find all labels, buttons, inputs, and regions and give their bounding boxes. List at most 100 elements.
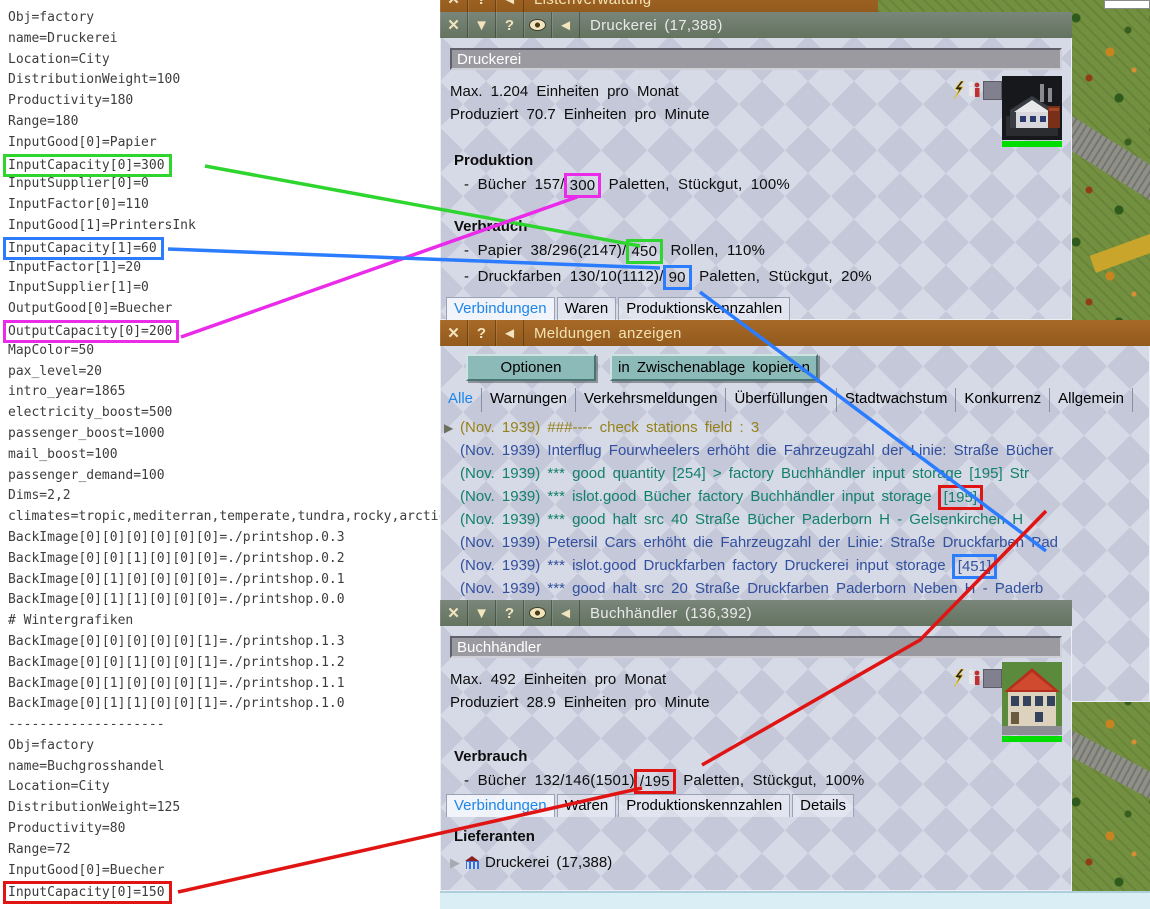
max-production-line: Max. 1.204 Einheiten pro Monat <box>450 83 679 100</box>
config-line: InputCapacity[0]=300 <box>8 154 440 175</box>
factory-tab[interactable]: Verbindungen <box>446 297 555 320</box>
close-icon[interactable]: ✕ <box>440 600 468 626</box>
current-production-line: Produziert 28.9 Einheiten pro Minute <box>450 694 709 711</box>
ticker-bar <box>440 891 1150 909</box>
message-row[interactable]: (Nov. 1939) Petersil Cars erhöht die Fah… <box>444 531 1150 554</box>
supplier-row[interactable]: ▶ Druckerei (17,388) <box>450 854 612 871</box>
message-row[interactable]: (Nov. 1939) *** good halt src 20 Straße … <box>444 577 1150 600</box>
factory-name-input[interactable]: Druckerei <box>450 48 1062 70</box>
window-druckerei: ✕ ▼ ? ◄ Druckerei (17,388) Druckerei Max… <box>440 12 1072 320</box>
meldungen-titlebar[interactable]: ✕ ? ◄ Meldungen anzeigen <box>440 320 1150 346</box>
production-heading: Produktion <box>454 152 533 169</box>
shade-icon[interactable]: ▼ <box>468 600 496 626</box>
factory-tab[interactable]: Verbindungen <box>446 794 555 817</box>
config-line: pax_level=20 <box>8 362 440 383</box>
config-line: Range=72 <box>8 840 440 861</box>
status-square-icon <box>983 669 1002 688</box>
max-production-line: Max. 492 Einheiten pro Monat <box>450 671 666 688</box>
eye-icon[interactable] <box>524 12 552 38</box>
annotation-box: [451] <box>952 554 997 579</box>
message-filter-tab[interactable]: Konkurrenz <box>956 388 1050 412</box>
eye-icon[interactable] <box>524 600 552 626</box>
factory-tab[interactable]: Waren <box>557 297 617 320</box>
help-icon[interactable]: ? <box>496 12 524 38</box>
config-line: BackImage[0][1][0][0][0][1]=./printshop.… <box>8 674 440 695</box>
current-production-line: Produziert 70.7 Einheiten pro Minute <box>450 106 709 123</box>
message-filter-tab[interactable]: Verkehrsmeldungen <box>576 388 726 412</box>
message-filter-tabs: Alle Warnungen Verkehrsmeldungen Überfül… <box>440 388 1150 412</box>
passengers-icon <box>967 81 981 99</box>
help-icon[interactable]: ? <box>496 600 524 626</box>
sticky-icon[interactable]: ◄ <box>496 0 524 12</box>
message-row[interactable]: ▶(Nov. 1939) ###---- check stations fiel… <box>444 416 1150 439</box>
config-line: InputGood[1]=PrintersInk <box>8 216 440 237</box>
config-line: # Wintergrafiken <box>8 611 440 632</box>
message-filter-tab[interactable]: Allgemein <box>1050 388 1133 412</box>
sticky-icon[interactable]: ◄ <box>552 12 580 38</box>
config-line: passenger_demand=100 <box>8 466 440 487</box>
config-line: BackImage[0][0][1][0][0][0]=./printshop.… <box>8 549 440 570</box>
window-title: Meldungen anzeigen <box>534 325 682 342</box>
config-line: InputGood[0]=Buecher <box>8 861 440 882</box>
factory-indicators <box>953 81 1002 100</box>
close-icon[interactable]: ✕ <box>440 320 468 346</box>
help-icon[interactable]: ? <box>468 320 496 346</box>
config-highlight-box: InputCapacity[0]=300 <box>3 154 172 177</box>
factory-tab[interactable]: Produktionskennzahlen <box>618 297 790 320</box>
config-line: intro_year=1865 <box>8 382 440 403</box>
message-row[interactable]: (Nov. 1939) *** islot.good Bücher factor… <box>444 485 1150 508</box>
config-line: Obj=factory <box>8 8 440 29</box>
factory-tab[interactable]: Details <box>792 794 854 817</box>
message-filter-tab[interactable]: Überfüllungen <box>726 388 836 412</box>
sticky-icon[interactable]: ◄ <box>552 600 580 626</box>
factory-tab[interactable]: Waren <box>557 794 617 817</box>
tooltip-box <box>1104 0 1150 9</box>
factory-tab[interactable]: Produktionskennzahlen <box>618 794 790 817</box>
config-line: InputCapacity[0]=150 <box>8 881 440 902</box>
factory-name-input[interactable]: Buchhändler <box>450 636 1062 658</box>
message-filter-tab[interactable]: Warnungen <box>482 388 576 412</box>
buchhaendler-titlebar[interactable]: ✕ ▼ ? ◄ Buchhändler (136,392) <box>440 600 1072 626</box>
passengers-icon <box>967 669 981 687</box>
close-icon[interactable]: ✕ <box>440 0 468 12</box>
lightning-icon <box>953 81 965 99</box>
message-row[interactable]: (Nov. 1939) *** good halt src 40 Straße … <box>444 508 1150 531</box>
listenverwaltung-titlebar[interactable]: ✕ ? ◄ Listenverwaltung <box>440 0 878 12</box>
message-row[interactable]: (Nov. 1939) Interflug Fourwheelers erhöh… <box>444 439 1150 462</box>
config-line: passenger_boost=1000 <box>8 424 440 445</box>
druckerei-building-image <box>1002 76 1062 140</box>
map-road <box>1062 731 1150 813</box>
message-row[interactable]: (Nov. 1939) *** islot.good Druckfarben f… <box>444 554 1150 577</box>
config-file-panel[interactable]: Obj=factory name=Druckerei Location=City… <box>0 0 440 909</box>
config-line: BackImage[0][0][0][0][0][0]=./printshop.… <box>8 528 440 549</box>
config-line: MapColor=50 <box>8 341 440 362</box>
copy-to-clipboard-button[interactable]: in Zwischenablage kopieren <box>610 354 818 381</box>
factory-indicators <box>953 669 1002 688</box>
sticky-icon[interactable]: ◄ <box>496 320 524 346</box>
message-filter-tab[interactable]: Alle <box>440 388 482 412</box>
config-line: InputFactor[1]=20 <box>8 258 440 279</box>
help-icon[interactable]: ? <box>468 0 496 12</box>
config-line: Location=City <box>8 50 440 71</box>
config-line: InputSupplier[1]=0 <box>8 278 440 299</box>
annotation-box: [195] <box>938 485 983 510</box>
options-button[interactable]: Optionen <box>466 354 596 381</box>
shade-icon[interactable]: ▼ <box>468 12 496 38</box>
window-listenverwaltung: ✕ ? ◄ Listenverwaltung <box>440 0 878 12</box>
config-line: BackImage[0][0][1][0][0][1]=./printshop.… <box>8 653 440 674</box>
config-line: BackImage[0][0][0][0][0][1]=./printshop.… <box>8 632 440 653</box>
config-line: BackImage[0][1][1][0][0][0]=./printshop.… <box>8 590 440 611</box>
suppliers-heading: Lieferanten <box>454 828 535 845</box>
annotation-box: 450 <box>626 239 664 264</box>
druckerei-titlebar[interactable]: ✕ ▼ ? ◄ Druckerei (17,388) <box>440 12 1072 38</box>
expander-icon[interactable]: ▶ <box>450 855 460 871</box>
config-line: climates=tropic,mediterran,temperate,tun… <box>8 507 440 528</box>
expander-icon[interactable]: ▶ <box>444 417 460 440</box>
config-line: DistributionWeight=125 <box>8 798 440 819</box>
message-list: ▶(Nov. 1939) ###---- check stations fiel… <box>444 416 1150 600</box>
message-filter-tab[interactable]: Stadtwachstum <box>837 388 957 412</box>
close-icon[interactable]: ✕ <box>440 12 468 38</box>
config-line: Location=City <box>8 777 440 798</box>
message-row[interactable]: (Nov. 1939) *** good quantity [254] > fa… <box>444 462 1150 485</box>
factory-status-bar <box>1002 141 1062 147</box>
